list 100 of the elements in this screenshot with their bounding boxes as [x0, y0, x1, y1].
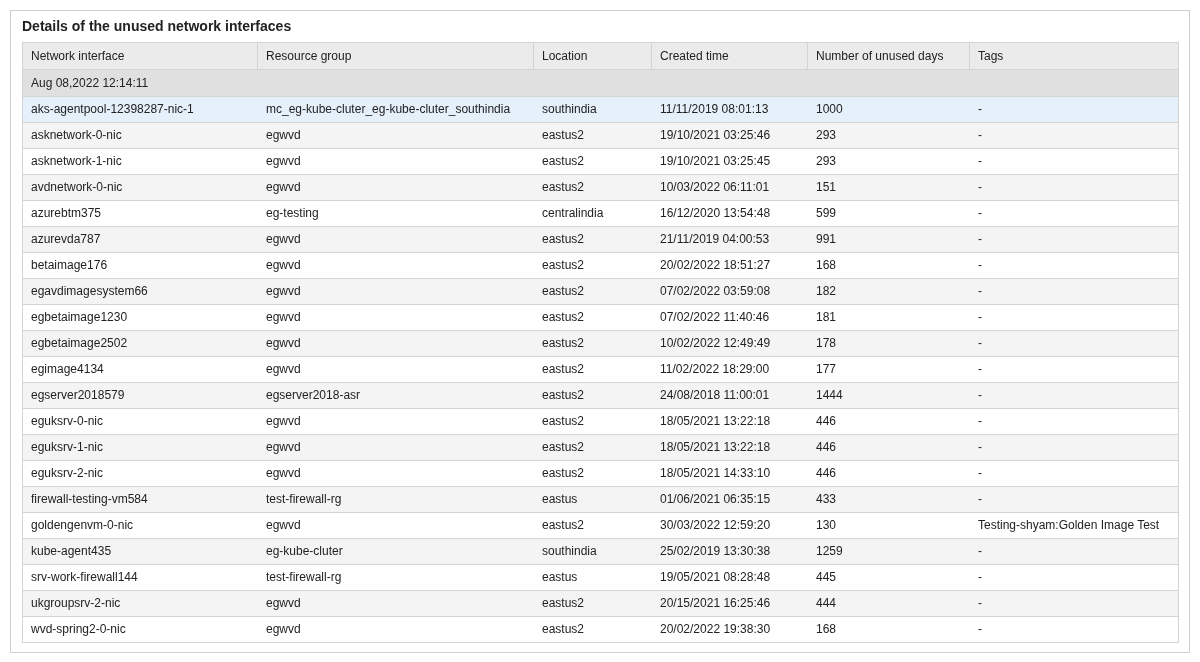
table-cell-text: eguksrv-0-nic — [30, 413, 105, 430]
table-cell-text: 19/10/2021 03:25:45 — [659, 153, 772, 170]
table-row[interactable]: egavdimagesystem66 egwvd eastus2 07/02/2022 03:59:08 182 - — [23, 278, 1178, 304]
table-cell-text: eastus2 — [541, 413, 586, 430]
table-cell-text: egwvd — [265, 621, 302, 638]
table-cell-text: 293 — [815, 127, 838, 144]
table-cell-text: Testing-shyam:Golden Image Test — [977, 517, 1161, 534]
table-cell-text: egwvd — [265, 413, 302, 430]
table-row[interactable]: avdnetwork-0-nic egwvd eastus2 10/03/2022 06:11:01 151 - — [23, 174, 1178, 200]
table-cell-text: eastus2 — [541, 361, 586, 378]
table-cell-text: test-firewall-rg — [265, 491, 343, 508]
table-cell-text: 18/05/2021 13:22:18 — [659, 439, 772, 456]
table-cell-text: eastus — [541, 491, 579, 508]
table-cell-text: - — [977, 283, 983, 300]
table-cell-text: eastus2 — [541, 257, 586, 274]
table-cell-text: - — [977, 439, 983, 456]
table-cell-text: - — [977, 205, 983, 222]
table-cell-text: 446 — [815, 439, 838, 456]
table-cell-text: ukgroupsrv-2-nic — [30, 595, 122, 612]
table-cell-text: - — [977, 543, 983, 560]
table-cell-text: 10/03/2022 06:11:01 — [659, 179, 771, 196]
table-cell-text: eastus2 — [541, 153, 586, 170]
table-cell-text: 168 — [815, 621, 838, 638]
table-cell-text: southindia — [541, 543, 598, 560]
table-cell-text: egwvd — [265, 231, 302, 248]
table-cell-text: egwvd — [265, 335, 302, 352]
table-cell-text: eg-kube-cluter — [265, 543, 344, 560]
table-cell-text: eastus — [541, 569, 579, 586]
table-cell-text: egavdimagesystem66 — [30, 283, 149, 300]
table-cell-text: eastus2 — [541, 517, 586, 534]
table-cell-text: azurevda787 — [30, 231, 102, 248]
table-cell-text: egwvd — [265, 127, 302, 144]
table-cell-text: 18/05/2021 14:33:10 — [659, 465, 772, 482]
table-cell-text: egwvd — [265, 257, 302, 274]
table-cell-text: - — [977, 335, 983, 352]
table-cell-text: eastus2 — [541, 179, 586, 196]
table-cell-text: 25/02/2019 13:30:38 — [659, 543, 772, 560]
table-cell-text: eastus2 — [541, 309, 586, 326]
table-row[interactable]: asknetwork-0-nic egwvd eastus2 19/10/2021 03:25:46 293 - — [23, 122, 1178, 148]
table-cell-text: centralindia — [541, 205, 605, 222]
table-cell-text: 445 — [815, 569, 838, 586]
table-cell-text: 177 — [815, 361, 838, 378]
table-row[interactable]: egserver2018579 egserver2018-asr eastus2 24/08/2018 11:00:01 1444 - — [23, 382, 1178, 408]
table-row[interactable]: azurevda787 egwvd eastus2 21/11/2019 04:00:53 991 - — [23, 226, 1178, 252]
table-cell-text: 07/02/2022 03:59:08 — [659, 283, 772, 300]
table-row[interactable]: kube-agent435 eg-kube-cluter southindia 25/02/2019 13:30:38 1259 - — [23, 538, 1178, 564]
table-cell-text: egwvd — [265, 153, 302, 170]
table-cell-text: 10/02/2022 12:49:49 — [659, 335, 772, 352]
table-cell-text: egwvd — [265, 517, 302, 534]
table-cell-text: 11/02/2022 18:29:00 — [659, 361, 771, 378]
table-cell-text: - — [977, 491, 983, 508]
table-cell-text: egbetaimage2502 — [30, 335, 129, 352]
table-cell-text: eastus2 — [541, 439, 586, 456]
table-row[interactable]: firewall-testing-vm584 test-firewall-rg eastus 01/06/2021 06:35:15 433 - — [23, 486, 1178, 512]
table-row[interactable]: eguksrv-1-nic egwvd eastus2 18/05/2021 13:22:18 446 - — [23, 434, 1178, 460]
table-cell-text: - — [977, 595, 983, 612]
table-cell-text: asknetwork-0-nic — [30, 127, 123, 144]
table-cell-text: 30/03/2022 12:59:20 — [659, 517, 772, 534]
table-cell-text: - — [977, 127, 983, 144]
table-cell-text: eguksrv-2-nic — [30, 465, 105, 482]
table-cell-text: 16/12/2020 13:54:48 — [659, 205, 772, 222]
table-cell-text: 178 — [815, 335, 838, 352]
table-cell-text: asknetwork-1-nic — [30, 153, 123, 170]
table-row[interactable]: egbetaimage2502 egwvd eastus2 10/02/2022 12:49:49 178 - — [23, 330, 1178, 356]
table-cell-text: eastus2 — [541, 335, 586, 352]
panel-title: Details of the unused network interfaces — [22, 17, 293, 36]
table-cell-text: 151 — [815, 179, 838, 196]
table-cell-text: egserver2018579 — [30, 387, 126, 404]
table-cell-text: eastus2 — [541, 595, 586, 612]
table-row[interactable]: ukgroupsrv-2-nic egwvd eastus2 20/15/2021 16:25:46 444 - — [23, 590, 1178, 616]
table-cell-text: egwvd — [265, 283, 302, 300]
table-cell-text: egserver2018-asr — [265, 387, 362, 404]
table-cell-text: srv-work-firewall144 — [30, 569, 139, 586]
table-cell-text: - — [977, 621, 983, 638]
table-cell-text: kube-agent435 — [30, 543, 113, 560]
table-cell-text: - — [977, 361, 983, 378]
table-row[interactable]: aks-agentpool-12398287-nic-1 mc_eg-kube-cluter_eg-kube-cluter_southindia southindia 11/11/2019 08:01:13 1000 - — [23, 96, 1178, 122]
table-cell-text: 446 — [815, 465, 838, 482]
table-cell-text: eastus2 — [541, 465, 586, 482]
column-header[interactable]: Tags — [970, 43, 1179, 69]
table-cell-text: egwvd — [265, 309, 302, 326]
table-cell-text: eastus2 — [541, 621, 586, 638]
table-cell-text: avdnetwork-0-nic — [30, 179, 124, 196]
table-cell-text: southindia — [541, 101, 598, 118]
table-cell-text: egwvd — [265, 465, 302, 482]
table-cell-text: 991 — [815, 231, 838, 248]
table-cell-text: 11/11/2019 08:01:13 — [659, 101, 770, 118]
table-cell-text: betaimage176 — [30, 257, 109, 274]
table-cell-text: eg-testing — [265, 205, 320, 222]
table-cell-text: 19/10/2021 03:25:46 — [659, 127, 772, 144]
table-cell-text: - — [977, 465, 983, 482]
table-cell-text: firewall-testing-vm584 — [30, 491, 149, 508]
table-cell-text: 1000 — [815, 101, 844, 118]
table-cell-text: 18/05/2021 13:22:18 — [659, 413, 772, 430]
table-cell-text: eastus2 — [541, 387, 586, 404]
table-cell-text: 20/02/2022 18:51:27 — [659, 257, 772, 274]
table-cell-text: 293 — [815, 153, 838, 170]
table-cell-text: - — [977, 153, 983, 170]
table-cell-text: test-firewall-rg — [265, 569, 343, 586]
table-cell-text: 130 — [815, 517, 838, 534]
